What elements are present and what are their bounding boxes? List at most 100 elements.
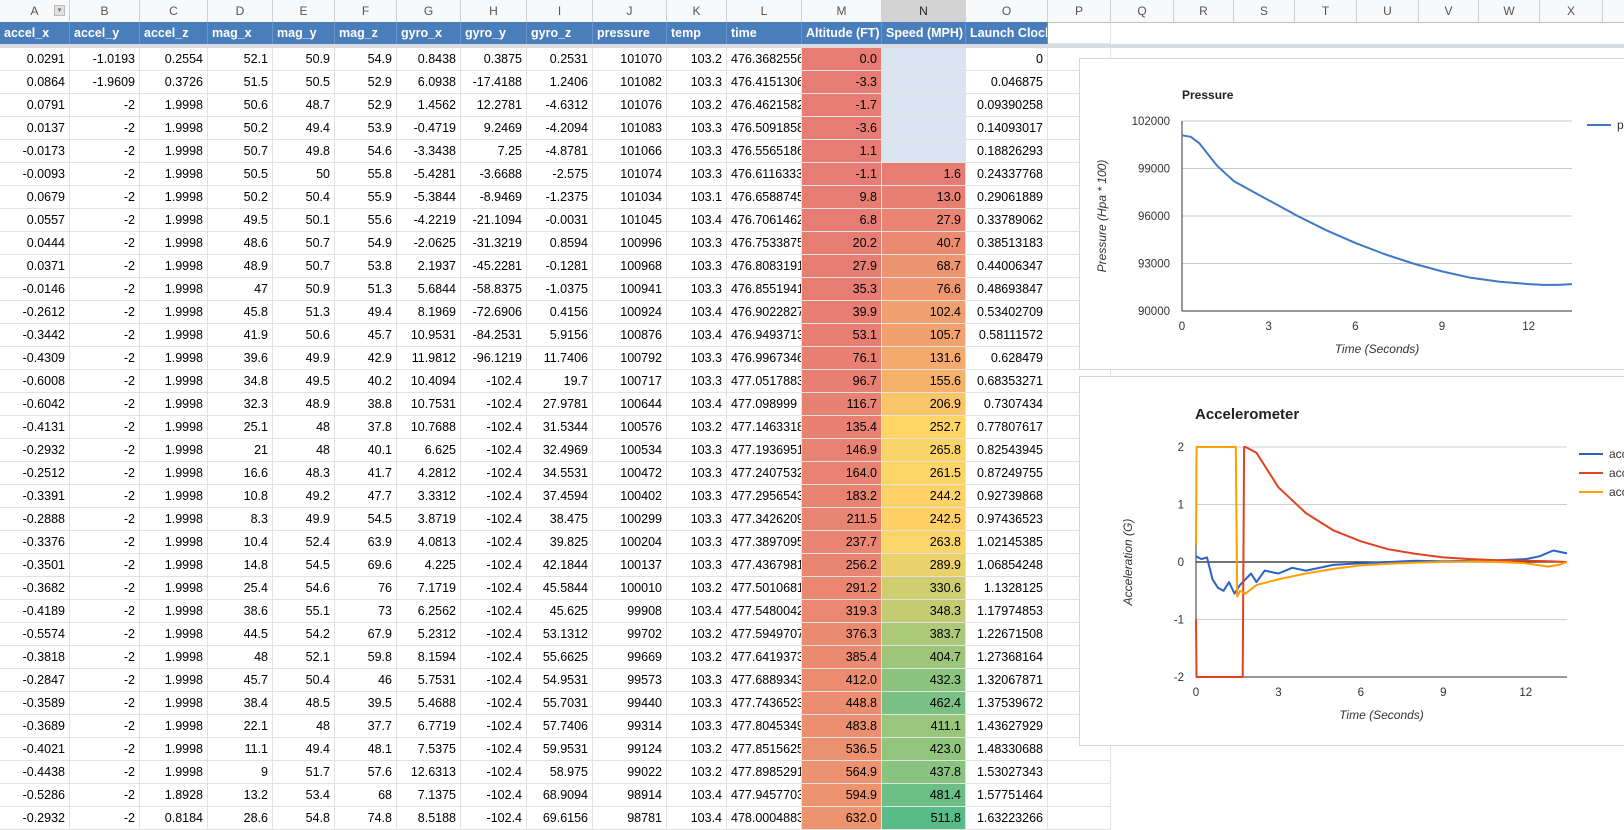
cell-k-r28[interactable]: 103.3: [667, 669, 727, 692]
cell-l-r6[interactable]: 476.6116333: [727, 163, 802, 186]
cell-c-r14[interactable]: 1.9998: [140, 347, 208, 370]
cell-o-r14[interactable]: 0.628479: [966, 347, 1048, 370]
cell-n-r18[interactable]: 265.8: [882, 439, 966, 462]
cell-n-r22[interactable]: 263.8: [882, 531, 966, 554]
cell-a-r12[interactable]: -0.2612: [0, 301, 70, 324]
cell-h-r20[interactable]: -102.4: [461, 485, 527, 508]
cell-k-r31[interactable]: 103.2: [667, 738, 727, 761]
cell-m-r1[interactable]: 0.0: [802, 48, 882, 71]
cell-i-r21[interactable]: 38.475: [527, 508, 593, 531]
cell-k-r15[interactable]: 103.3: [667, 370, 727, 393]
cell-k-r6[interactable]: 103.3: [667, 163, 727, 186]
cell-c-r3[interactable]: 1.9998: [140, 94, 208, 117]
cell-c-r33[interactable]: 1.8928: [140, 784, 208, 807]
cell-k-r16[interactable]: 103.4: [667, 393, 727, 416]
cell-f-r24[interactable]: 76: [335, 577, 397, 600]
cell-i-r20[interactable]: 37.4594: [527, 485, 593, 508]
cell-o-r5[interactable]: 0.18826293: [966, 140, 1048, 163]
cell-o-r34[interactable]: 1.63223266: [966, 807, 1048, 830]
cell-h-r9[interactable]: -31.3219: [461, 232, 527, 255]
cell-d-r3[interactable]: 50.6: [208, 94, 273, 117]
cell-m-r9[interactable]: 20.2: [802, 232, 882, 255]
cell-c-r9[interactable]: 1.9998: [140, 232, 208, 255]
cell-g-r33[interactable]: 7.1375: [397, 784, 461, 807]
cell-c-r11[interactable]: 1.9998: [140, 278, 208, 301]
cell-i-r11[interactable]: -1.0375: [527, 278, 593, 301]
cell-f-r17[interactable]: 37.8: [335, 416, 397, 439]
cell-e-r28[interactable]: 50.4: [273, 669, 335, 692]
cell-n-r14[interactable]: 131.6: [882, 347, 966, 370]
cell-c-r22[interactable]: 1.9998: [140, 531, 208, 554]
cell-g-r31[interactable]: 7.5375: [397, 738, 461, 761]
cell-b-r29[interactable]: -2: [70, 692, 140, 715]
cell-o-r17[interactable]: 0.77807617: [966, 416, 1048, 439]
cell-l-r7[interactable]: 476.6588745: [727, 186, 802, 209]
column-header-s[interactable]: S: [1234, 0, 1295, 22]
cell-m-r34[interactable]: 632.0: [802, 807, 882, 830]
cell-c-r2[interactable]: 0.3726: [140, 71, 208, 94]
cell-h-r33[interactable]: -102.4: [461, 784, 527, 807]
freeze-bar[interactable]: [0, 44, 1624, 48]
cell-k-r11[interactable]: 103.3: [667, 278, 727, 301]
cell-o-r25[interactable]: 1.17974853: [966, 600, 1048, 623]
cell-h-r28[interactable]: -102.4: [461, 669, 527, 692]
cell-e-r6[interactable]: 50: [273, 163, 335, 186]
cell-l-r13[interactable]: 476.9493713: [727, 324, 802, 347]
cell-d-r23[interactable]: 14.8: [208, 554, 273, 577]
cell-m-r6[interactable]: -1.1: [802, 163, 882, 186]
cell-n-r7[interactable]: 13.0: [882, 186, 966, 209]
cell-l-r9[interactable]: 476.7533875: [727, 232, 802, 255]
column-header-k[interactable]: K: [667, 0, 727, 22]
cell-e-r9[interactable]: 50.7: [273, 232, 335, 255]
cell-i-r14[interactable]: 11.7406: [527, 347, 593, 370]
cell-o-r4[interactable]: 0.14093017: [966, 117, 1048, 140]
cell-b-r31[interactable]: -2: [70, 738, 140, 761]
cell-c-r20[interactable]: 1.9998: [140, 485, 208, 508]
cell-f-r15[interactable]: 40.2: [335, 370, 397, 393]
cell-n-r16[interactable]: 206.9: [882, 393, 966, 416]
cell-h-r16[interactable]: -102.4: [461, 393, 527, 416]
cell-a-r34[interactable]: -0.2932: [0, 807, 70, 830]
cell-k-r8[interactable]: 103.4: [667, 209, 727, 232]
cell-l-r32[interactable]: 477.8985291: [727, 761, 802, 784]
cell-i-r1[interactable]: 0.2531: [527, 48, 593, 71]
cell-d-r29[interactable]: 38.4: [208, 692, 273, 715]
cell-o-r23[interactable]: 1.06854248: [966, 554, 1048, 577]
cell-e-r23[interactable]: 54.5: [273, 554, 335, 577]
cell-e-r26[interactable]: 54.2: [273, 623, 335, 646]
cell-b-r9[interactable]: -2: [70, 232, 140, 255]
cell-e-r7[interactable]: 50.4: [273, 186, 335, 209]
cell-j-r28[interactable]: 99573: [593, 669, 667, 692]
cell-h-r10[interactable]: -45.2281: [461, 255, 527, 278]
cell-c-r19[interactable]: 1.9998: [140, 462, 208, 485]
cell-i-r6[interactable]: -2.575: [527, 163, 593, 186]
cell-b-r24[interactable]: -2: [70, 577, 140, 600]
cell-g-r32[interactable]: 12.6313: [397, 761, 461, 784]
cell-j-r30[interactable]: 99314: [593, 715, 667, 738]
cell-b-r33[interactable]: -2: [70, 784, 140, 807]
cell-e-r2[interactable]: 50.5: [273, 71, 335, 94]
cell-m-r3[interactable]: -1.7: [802, 94, 882, 117]
cell-m-r18[interactable]: 146.9: [802, 439, 882, 462]
cell-d-r4[interactable]: 50.2: [208, 117, 273, 140]
cell-i-r19[interactable]: 34.5531: [527, 462, 593, 485]
cell-d-r9[interactable]: 48.6: [208, 232, 273, 255]
cell-f-r14[interactable]: 42.9: [335, 347, 397, 370]
cell-j-r4[interactable]: 101083: [593, 117, 667, 140]
cell-d-r19[interactable]: 16.6: [208, 462, 273, 485]
cell-f-r2[interactable]: 52.9: [335, 71, 397, 94]
cell-l-r15[interactable]: 477.0517883: [727, 370, 802, 393]
cell-h-r19[interactable]: -102.4: [461, 462, 527, 485]
cell-k-r18[interactable]: 103.3: [667, 439, 727, 462]
cell-k-r7[interactable]: 103.1: [667, 186, 727, 209]
cell-e-r12[interactable]: 51.3: [273, 301, 335, 324]
cell-k-r29[interactable]: 103.3: [667, 692, 727, 715]
cell-l-r16[interactable]: 477.098999: [727, 393, 802, 416]
cell-o-r16[interactable]: 0.7307434: [966, 393, 1048, 416]
column-header-h[interactable]: H: [461, 0, 527, 22]
cell-m-r20[interactable]: 183.2: [802, 485, 882, 508]
cell-c-r15[interactable]: 1.9998: [140, 370, 208, 393]
cell-f-r18[interactable]: 40.1: [335, 439, 397, 462]
cell-c-r23[interactable]: 1.9998: [140, 554, 208, 577]
cell-a-r16[interactable]: -0.6042: [0, 393, 70, 416]
